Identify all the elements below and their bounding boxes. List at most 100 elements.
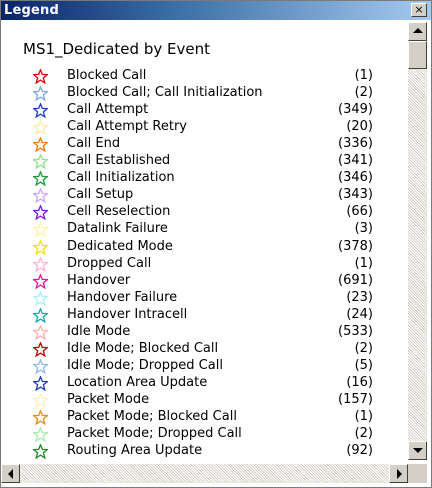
legend-item-count: (2) <box>354 85 373 101</box>
legend-item-label: Idle Mode <box>67 323 131 339</box>
legend-item-label: Location Area Update <box>67 374 208 390</box>
legend-item-label: Call Setup <box>67 187 134 203</box>
legend-item-count: (336) <box>338 136 373 152</box>
legend-item-count: (92) <box>346 443 373 459</box>
scroll-right-button[interactable] <box>389 464 408 483</box>
legend-item-label: Call End <box>67 136 121 152</box>
legend-item: Handover Failure (23) <box>33 290 373 307</box>
legend-item-count: (343) <box>338 187 373 203</box>
legend-heading: MS1_Dedicated by Event <box>23 40 210 58</box>
legend-item-count: (2) <box>354 340 373 356</box>
legend-item: Call Attempt (349) <box>33 102 373 119</box>
legend-item-label: Idle Mode; Blocked Call <box>67 340 219 356</box>
star-icon <box>33 154 48 170</box>
legend-item-count: (16) <box>346 374 373 390</box>
scrollbar-corner <box>408 464 427 483</box>
legend-item-count: (20) <box>346 119 373 135</box>
legend-item-count: (2) <box>354 426 373 442</box>
title-bar[interactable]: Legend × <box>1 1 431 20</box>
legend-item-label: Cell Reselection <box>67 204 171 220</box>
legend-item-label: Handover Failure <box>67 289 178 305</box>
close-button[interactable]: × <box>411 3 427 17</box>
scroll-down-button[interactable] <box>408 441 427 460</box>
legend-item-count: (378) <box>338 238 373 254</box>
legend-item: Packet Mode; Dropped Call (2) <box>33 426 373 443</box>
legend-item-label: Routing Area Update <box>67 443 203 459</box>
star-icon <box>33 307 48 323</box>
legend-item-label: Call Initialization <box>67 170 175 186</box>
star-icon <box>33 375 48 391</box>
star-icon <box>33 239 48 255</box>
legend-item: Call Setup (343) <box>33 187 373 204</box>
legend-item: Datalink Failure (3) <box>33 221 373 238</box>
legend-item-label: Datalink Failure <box>67 221 168 237</box>
legend-item: Handover (691) <box>33 273 373 290</box>
star-icon <box>33 103 48 119</box>
star-icon <box>33 69 48 84</box>
legend-item-count: (349) <box>338 102 373 118</box>
star-icon <box>33 188 48 204</box>
up-arrow-icon <box>413 28 423 33</box>
horizontal-scrollbar[interactable] <box>1 464 408 483</box>
star-icon <box>33 341 48 357</box>
star-icon <box>33 120 48 136</box>
legend-item-label: Call Established <box>67 153 171 169</box>
legend-item: Cell Reselection (66) <box>33 204 373 221</box>
legend-item: Handover Intracell (24) <box>33 307 373 324</box>
star-icon <box>33 324 48 340</box>
legend-item-count: (691) <box>338 272 373 288</box>
star-icon <box>33 358 48 374</box>
legend-item-label: Call Attempt Retry <box>67 119 187 135</box>
legend-item: Call Initialization (346) <box>33 170 373 187</box>
legend-content: MS1_Dedicated by Event Blocked Call (1) Bl… <box>1 20 407 460</box>
star-icon <box>33 410 48 425</box>
star-icon <box>33 444 48 460</box>
legend-item: Idle Mode; Dropped Call (5) <box>33 358 373 375</box>
legend-item-count: (346) <box>338 170 373 186</box>
legend-item-label: Handover <box>67 272 131 288</box>
legend-item: Dedicated Mode (378) <box>33 239 373 256</box>
vertical-scroll-thumb[interactable] <box>408 41 427 69</box>
legend-item: Idle Mode (533) <box>33 324 373 341</box>
legend-item-count: (23) <box>346 289 373 305</box>
legend-item: Location Area Update (16) <box>33 375 373 392</box>
legend-item-count: (1) <box>354 409 373 424</box>
star-icon <box>33 290 48 306</box>
star-icon <box>33 427 48 443</box>
legend-item: Call End (336) <box>33 136 373 153</box>
legend-item: Dropped Call (1) <box>33 256 373 273</box>
legend-item-label: Dedicated Mode <box>67 238 173 254</box>
scroll-up-button[interactable] <box>408 22 427 41</box>
legend-item-label: Handover Intracell <box>67 306 188 322</box>
legend-item: Blocked Call; Call Initialization (2) <box>33 85 373 102</box>
down-arrow-icon <box>413 448 423 453</box>
legend-item-count: (5) <box>354 357 373 373</box>
legend-item-label: Blocked Call <box>67 68 147 83</box>
legend-item: Call Attempt Retry (20) <box>33 119 373 136</box>
vertical-scrollbar[interactable] <box>408 22 427 460</box>
legend-item-count: (3) <box>354 221 373 237</box>
legend-item: Packet Mode (157) <box>33 392 373 409</box>
legend-item-label: Call Attempt <box>67 102 149 118</box>
legend-item-count: (533) <box>338 323 373 339</box>
legend-item-count: (157) <box>338 391 373 407</box>
legend-item-label: Dropped Call <box>67 255 152 271</box>
star-icon <box>33 392 48 408</box>
star-icon <box>33 137 48 153</box>
legend-item-label: Packet Mode; Blocked Call <box>67 409 237 424</box>
star-icon <box>33 273 48 289</box>
right-arrow-icon <box>397 469 402 479</box>
legend-item: Routing Area Update (92) <box>33 443 373 460</box>
legend-item: Packet Mode; Blocked Call (1) <box>33 409 373 426</box>
star-icon <box>33 171 48 187</box>
legend-window: Legend × MS1_Dedicated by Event Blocked … <box>0 0 432 488</box>
legend-item-count: (1) <box>354 68 373 83</box>
star-icon <box>33 205 48 221</box>
star-icon <box>33 86 48 102</box>
legend-item-label: Blocked Call; Call Initialization <box>67 85 263 101</box>
scroll-left-button[interactable] <box>1 464 20 483</box>
legend-item: Call Established (341) <box>33 153 373 170</box>
legend-item-count: (1) <box>354 255 373 271</box>
legend-item: Idle Mode; Blocked Call (2) <box>33 341 373 358</box>
legend-item: Blocked Call (1) <box>33 68 373 85</box>
